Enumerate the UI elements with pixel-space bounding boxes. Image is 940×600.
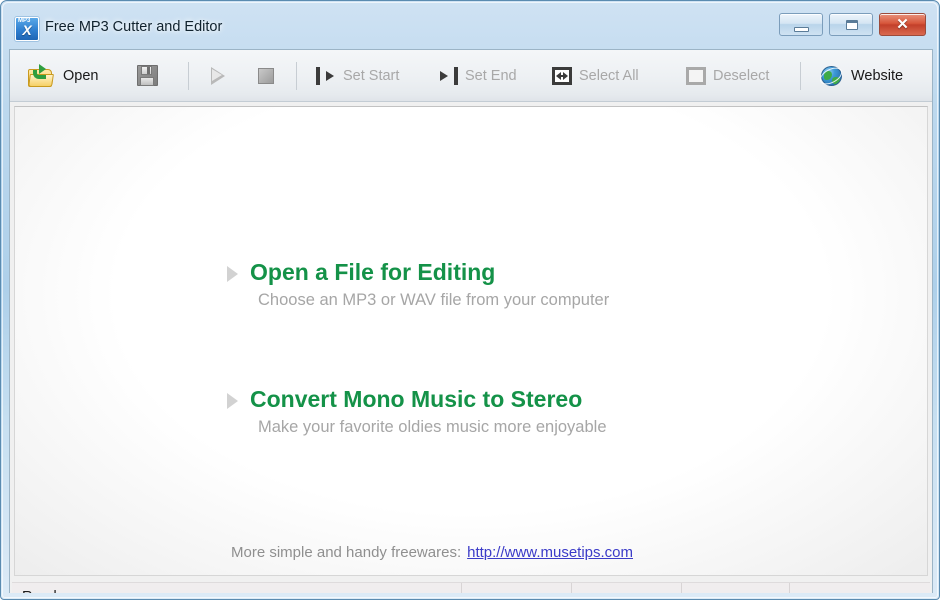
toolbar-website-label: Website xyxy=(851,68,904,84)
action-convert-head: Convert Mono Music to Stereo xyxy=(227,386,607,412)
toolbar-open-button[interactable]: Open xyxy=(24,54,102,98)
status-bar: Ready xyxy=(12,582,930,593)
footer-promo: More simple and handy freewares: http://w… xyxy=(231,544,633,561)
play-icon xyxy=(208,66,228,86)
set-end-icon xyxy=(438,67,458,85)
action-open-file-title[interactable]: Open a File for Editing xyxy=(250,259,495,285)
status-cell-1 xyxy=(462,583,572,593)
deselect-icon xyxy=(686,67,706,85)
toolbar-set-start-button[interactable]: Set Start xyxy=(312,54,403,98)
musetips-website-link[interactable]: http://www.musetips.com xyxy=(467,544,633,561)
action-convert-title[interactable]: Convert Mono Music to Stereo xyxy=(250,386,582,412)
toolbar-set-end-button[interactable]: Set End xyxy=(434,54,521,98)
toolbar-set-end-label: Set End xyxy=(465,68,517,84)
minimize-button[interactable] xyxy=(779,13,823,36)
set-start-icon xyxy=(316,67,336,85)
triangle-bullet-icon xyxy=(227,393,238,409)
toolbar-open-label: Open xyxy=(63,68,99,84)
close-button[interactable]: ✕ xyxy=(879,13,926,36)
status-cell-4 xyxy=(790,583,896,593)
status-cell-2 xyxy=(572,583,682,593)
status-cell-message: Ready xyxy=(12,583,462,593)
triangle-bullet-icon xyxy=(227,266,238,282)
toolbar-select-all-button[interactable]: Select All xyxy=(548,54,643,98)
maximize-button[interactable] xyxy=(829,13,873,36)
app-icon-glyph: X xyxy=(22,22,32,38)
toolbar-deselect-button[interactable]: Deselect xyxy=(682,54,773,98)
action-open-file-subtitle: Choose an MP3 or WAV file from your comp… xyxy=(258,291,610,309)
toolbar: Open Set Start Set End Select All Desele… xyxy=(10,50,932,102)
action-open-file[interactable]: Open a File for Editing Choose an MP3 or… xyxy=(227,259,609,310)
app-icon: MP3 X xyxy=(15,17,39,41)
application-window: MP3 X Free MP3 Cutter and Editor ✕ Open xyxy=(0,0,940,600)
toolbar-deselect-label: Deselect xyxy=(713,68,770,84)
toolbar-save-button[interactable] xyxy=(132,54,171,98)
action-convert-subtitle: Make your favorite oldies music more enj… xyxy=(258,418,607,436)
toolbar-set-start-label: Set Start xyxy=(343,68,400,84)
footer-promo-text: More simple and handy freewares: xyxy=(231,544,462,561)
window-title: Free MP3 Cutter and Editor xyxy=(45,19,223,35)
content-pane: Open a File for Editing Choose an MP3 or… xyxy=(14,106,928,576)
maximize-icon xyxy=(830,14,872,35)
title-bar: MP3 X Free MP3 Cutter and Editor ✕ xyxy=(1,1,940,49)
globe-icon xyxy=(817,64,845,88)
status-cell-3 xyxy=(682,583,790,593)
toolbar-separator-3 xyxy=(800,62,801,90)
stop-icon xyxy=(256,66,276,86)
status-message: Ready xyxy=(22,589,64,593)
client-area: Open Set Start Set End Select All Desele… xyxy=(9,49,933,593)
open-folder-icon xyxy=(28,64,56,88)
toolbar-separator-2 xyxy=(296,62,297,90)
toolbar-select-all-label: Select All xyxy=(579,68,639,84)
save-floppy-icon xyxy=(136,64,160,88)
toolbar-play-button[interactable] xyxy=(204,54,239,98)
close-icon: ✕ xyxy=(896,16,909,33)
minimize-icon xyxy=(780,14,822,35)
toolbar-separator-1 xyxy=(188,62,189,90)
action-convert-mono-to-stereo[interactable]: Convert Mono Music to Stereo Make your f… xyxy=(227,386,607,437)
select-all-icon xyxy=(552,67,572,85)
toolbar-stop-button[interactable] xyxy=(252,54,287,98)
toolbar-website-button[interactable]: Website xyxy=(816,54,907,98)
action-open-file-head: Open a File for Editing xyxy=(227,259,609,285)
